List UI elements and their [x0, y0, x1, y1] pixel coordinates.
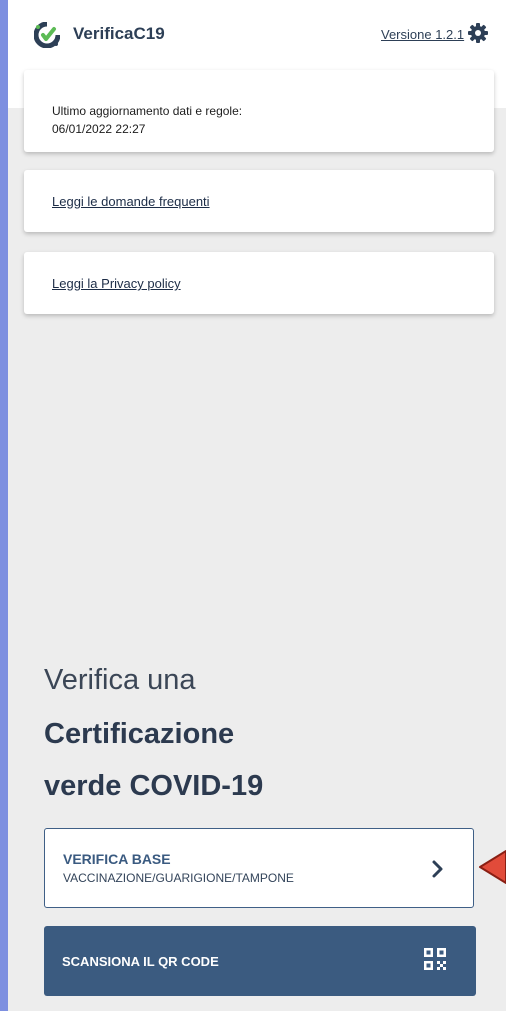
verificac19-logo-icon: [34, 22, 60, 48]
hero-line-2: Certificazione: [44, 718, 235, 750]
update-date: 06/01/2022 22:27: [52, 122, 146, 136]
app-title: VerificaC19: [73, 24, 165, 43]
scan-qr-label: SCANSIONA IL QR CODE: [62, 954, 219, 969]
privacy-link[interactable]: Leggi la Privacy policy: [52, 276, 181, 291]
update-label: Ultimo aggiornamento dati e regole:: [52, 104, 243, 118]
pointer-marker-icon: [479, 850, 506, 884]
scan-qr-button[interactable]: SCANSIONA IL QR CODE: [44, 926, 476, 996]
qr-code-icon: [424, 948, 446, 970]
verify-base-title: VERIFICA BASE: [63, 851, 171, 867]
version-link[interactable]: Versione 1.2.1: [381, 27, 464, 42]
privacy-card[interactable]: Leggi la Privacy policy: [24, 252, 494, 314]
update-info-card: Ultimo aggiornamento dati e regole: 06/0…: [24, 70, 494, 152]
app-screen: VerificaC19 Versione 1.2.1 Ultimo aggior…: [8, 0, 506, 1011]
hero-line-3: verde COVID-19: [44, 770, 264, 802]
gear-icon[interactable]: [468, 23, 488, 43]
faq-link[interactable]: Leggi le domande frequenti: [52, 194, 210, 209]
verify-base-subtitle: VACCINAZIONE/GUARIGIONE/TAMPONE: [63, 871, 294, 885]
hero-line-1: Verifica una: [44, 664, 196, 696]
chevron-right-icon: [432, 860, 443, 878]
faq-card[interactable]: Leggi le domande frequenti: [24, 170, 494, 232]
verify-base-button[interactable]: VERIFICA BASE VACCINAZIONE/GUARIGIONE/TA…: [44, 828, 474, 908]
